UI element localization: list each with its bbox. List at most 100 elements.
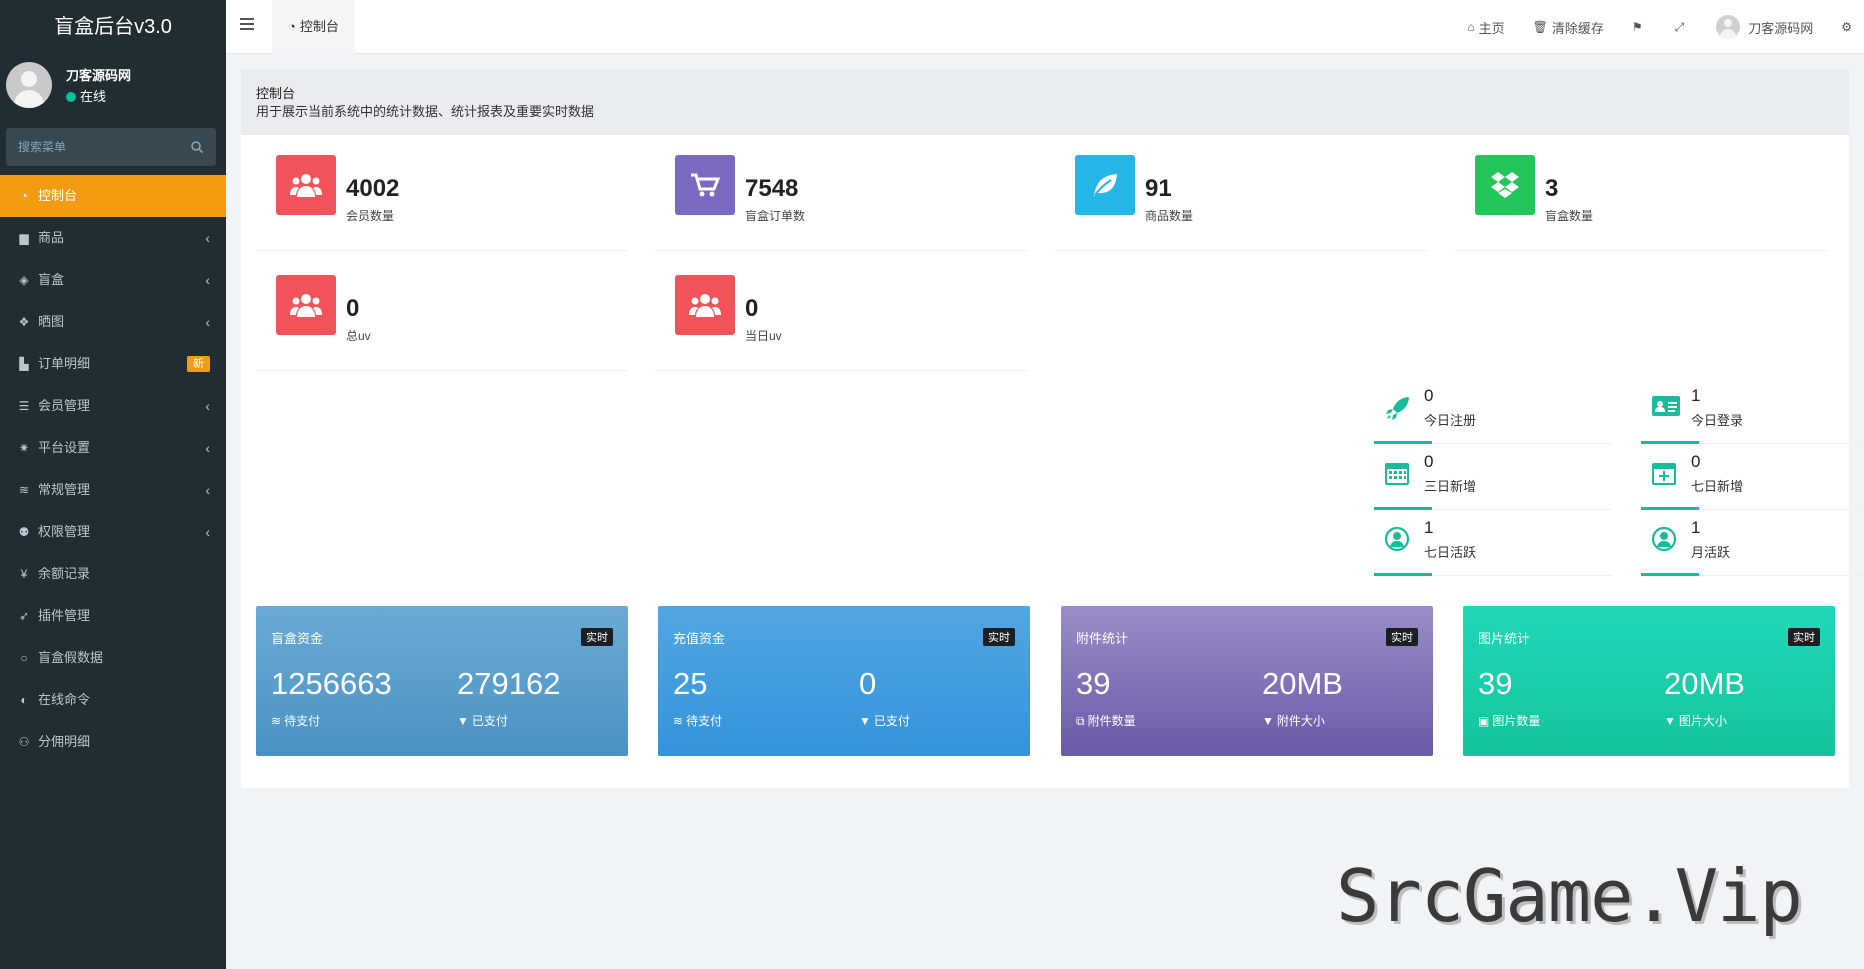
card-value-secondary: 279162: [457, 666, 561, 701]
card-label-primary: ⧉ 附件数量: [1076, 712, 1136, 729]
summary-card: 图片统计 实时 39 20MB ▣ 图片数量 ▼ 图片大小: [1463, 606, 1835, 756]
stat-value: 4002: [346, 175, 400, 202]
card-title: 附件统计: [1076, 631, 1129, 646]
calendar-plus-icon: [1651, 460, 1679, 488]
activity-value: 0: [1691, 452, 1701, 471]
sidebar-item-6[interactable]: ✷ 平台设置 ‹: [0, 427, 226, 469]
cart-icon: ▙: [19, 357, 29, 371]
dropbox-icon: ❖: [18, 315, 30, 329]
top-header: ◔ 控制台 ⌂ 主页 🗑 清除缓存 ⚑ ⤢ 刀客源码网 ⚙: [226, 0, 1864, 54]
sidebar-item-2[interactable]: ◈ 盲盒 ‹: [0, 259, 226, 301]
online-dot-icon: [66, 92, 76, 102]
header-username: 刀客源码网: [1748, 20, 1814, 36]
sidebar-item-label: 插件管理: [38, 608, 91, 623]
realtime-badge: 实时: [983, 628, 1015, 646]
search-icon[interactable]: [190, 140, 204, 154]
card-label-text: 附件数量: [1087, 714, 1136, 728]
search-input[interactable]: [6, 128, 186, 166]
chevron-left-icon: ‹: [205, 440, 210, 456]
activity-stat: 0 三日新增: [1374, 446, 1612, 510]
header-avatar: [1716, 15, 1741, 39]
sidebar-item-11[interactable]: ○ 盲盒假数据: [0, 637, 226, 679]
stat-box: 91 商品数量: [1055, 135, 1427, 251]
accent-underline: [1374, 441, 1432, 444]
sidebar-item-10[interactable]: ➶ 插件管理: [0, 595, 226, 637]
sidebar-item-9[interactable]: ¥ 余额记录: [0, 553, 226, 595]
card-value-secondary: 20MB: [1262, 666, 1343, 701]
activity-value: 1: [1424, 518, 1434, 537]
sidebar-item-7[interactable]: ≋ 常规管理 ‹: [0, 469, 226, 511]
card-label-text: 已支付: [471, 714, 508, 728]
summary-card: 充值资金 实时 25 0 ≋ 待支付 ▼ 已支付: [658, 606, 1030, 756]
stat-value: 0: [745, 295, 759, 322]
user-panel: 刀客源码网 在线: [0, 54, 226, 120]
brand-title[interactable]: 盲盒后台v3.0: [0, 0, 226, 54]
sidebar-item-label: 会员管理: [38, 398, 91, 413]
card-label-secondary: ▼ 附件大小: [1262, 712, 1325, 729]
sidebar-item-label: 控制台: [38, 188, 78, 203]
header-actions: ⌂ 主页 🗑 清除缓存 ⚑ ⤢ 刀客源码网 ⚙: [1467, 0, 1864, 54]
new-badge: 新: [187, 356, 210, 372]
group-icon: ⚉: [18, 525, 30, 539]
yen-icon: ¥: [20, 567, 28, 581]
language-button[interactable]: ⚑: [1632, 20, 1647, 34]
sidebar-item-12[interactable]: ◐ 在线命令: [0, 679, 226, 721]
chevron-left-icon: ‹: [205, 524, 210, 540]
menu-toggle-icon[interactable]: [240, 18, 254, 34]
watermark-text: SrcGame.Vip: [1336, 854, 1803, 938]
accent-underline: [1374, 507, 1432, 510]
activity-value: 0: [1424, 452, 1434, 471]
sidebar-item-8[interactable]: ⚉ 权限管理 ‹: [0, 511, 226, 553]
clear-cache-label: 清除缓存: [1551, 20, 1604, 36]
filter-icon: ▼: [1262, 714, 1274, 728]
home-link[interactable]: ⌂ 主页: [1467, 18, 1504, 37]
sidebar-item-13[interactable]: ⚇ 分佣明细: [0, 721, 226, 763]
summary-card: 附件统计 实时 39 20MB ⧉ 附件数量 ▼ 附件大小: [1061, 606, 1433, 756]
fullscreen-icon: ⤢: [1674, 19, 1685, 34]
card-label-text: 待支付: [686, 714, 723, 728]
page-title: 控制台: [256, 86, 296, 101]
dropbox-icon: [1475, 155, 1535, 215]
menu-search: [6, 128, 216, 166]
card-value-primary: 39: [1478, 666, 1513, 701]
sidebar-item-0[interactable]: ◔ 控制台: [0, 175, 226, 217]
cogs-icon: ⚙: [1841, 20, 1852, 34]
stat-label: 总uv: [346, 329, 371, 343]
activity-label: 三日新增: [1424, 479, 1477, 494]
image-icon: ▣: [1478, 714, 1490, 728]
chevron-left-icon: ‹: [205, 230, 210, 246]
sidebar-item-5[interactable]: ☰ 会员管理 ‹: [0, 385, 226, 427]
card-label-secondary: ▼ 已支付: [859, 712, 910, 729]
stat-value: 7548: [745, 175, 799, 202]
chevron-left-icon: ‹: [205, 272, 210, 288]
realtime-badge: 实时: [581, 628, 613, 646]
avatar: [6, 62, 52, 108]
clear-cache-button[interactable]: 🗑 清除缓存: [1533, 18, 1604, 37]
stat-label: 盲盒订单数: [745, 209, 806, 223]
activity-value: 1: [1691, 518, 1701, 537]
stat-box: 3 盲盒数量: [1455, 135, 1827, 251]
card-value-secondary: 0: [859, 666, 877, 701]
filter-icon: ▼: [859, 714, 871, 728]
users-icon: [276, 275, 336, 335]
adjust-icon: ◐: [20, 693, 28, 707]
sidebar-item-4[interactable]: ▙ 订单明细 新: [0, 343, 226, 385]
stat-label: 盲盒数量: [1545, 209, 1594, 223]
card-title: 充值资金: [673, 631, 726, 646]
stat-label: 会员数量: [346, 209, 395, 223]
rocket-icon: ➶: [18, 609, 30, 623]
tab-dashboard[interactable]: ◔ 控制台: [272, 0, 355, 54]
card-label-text: 待支付: [284, 714, 321, 728]
sidebar-item-label: 常规管理: [38, 482, 91, 497]
sidebar-item-label: 订单明细: [38, 356, 91, 371]
activity-stat: 1 今日登录: [1641, 380, 1864, 444]
sidebar-item-3[interactable]: ❖ 晒图 ‹: [0, 301, 226, 343]
user-menu[interactable]: 刀客源码网: [1716, 15, 1813, 39]
sidebar-item-1[interactable]: ▆ 商品 ‹: [0, 217, 226, 259]
settings-button[interactable]: ⚙: [1841, 20, 1856, 34]
card-title: 盲盒资金: [271, 631, 324, 646]
stat-label: 当日uv: [745, 329, 782, 343]
fullscreen-button[interactable]: ⤢: [1675, 20, 1689, 35]
shopping-bag-icon: ▆: [19, 231, 29, 245]
stat-value: 3: [1545, 175, 1559, 202]
